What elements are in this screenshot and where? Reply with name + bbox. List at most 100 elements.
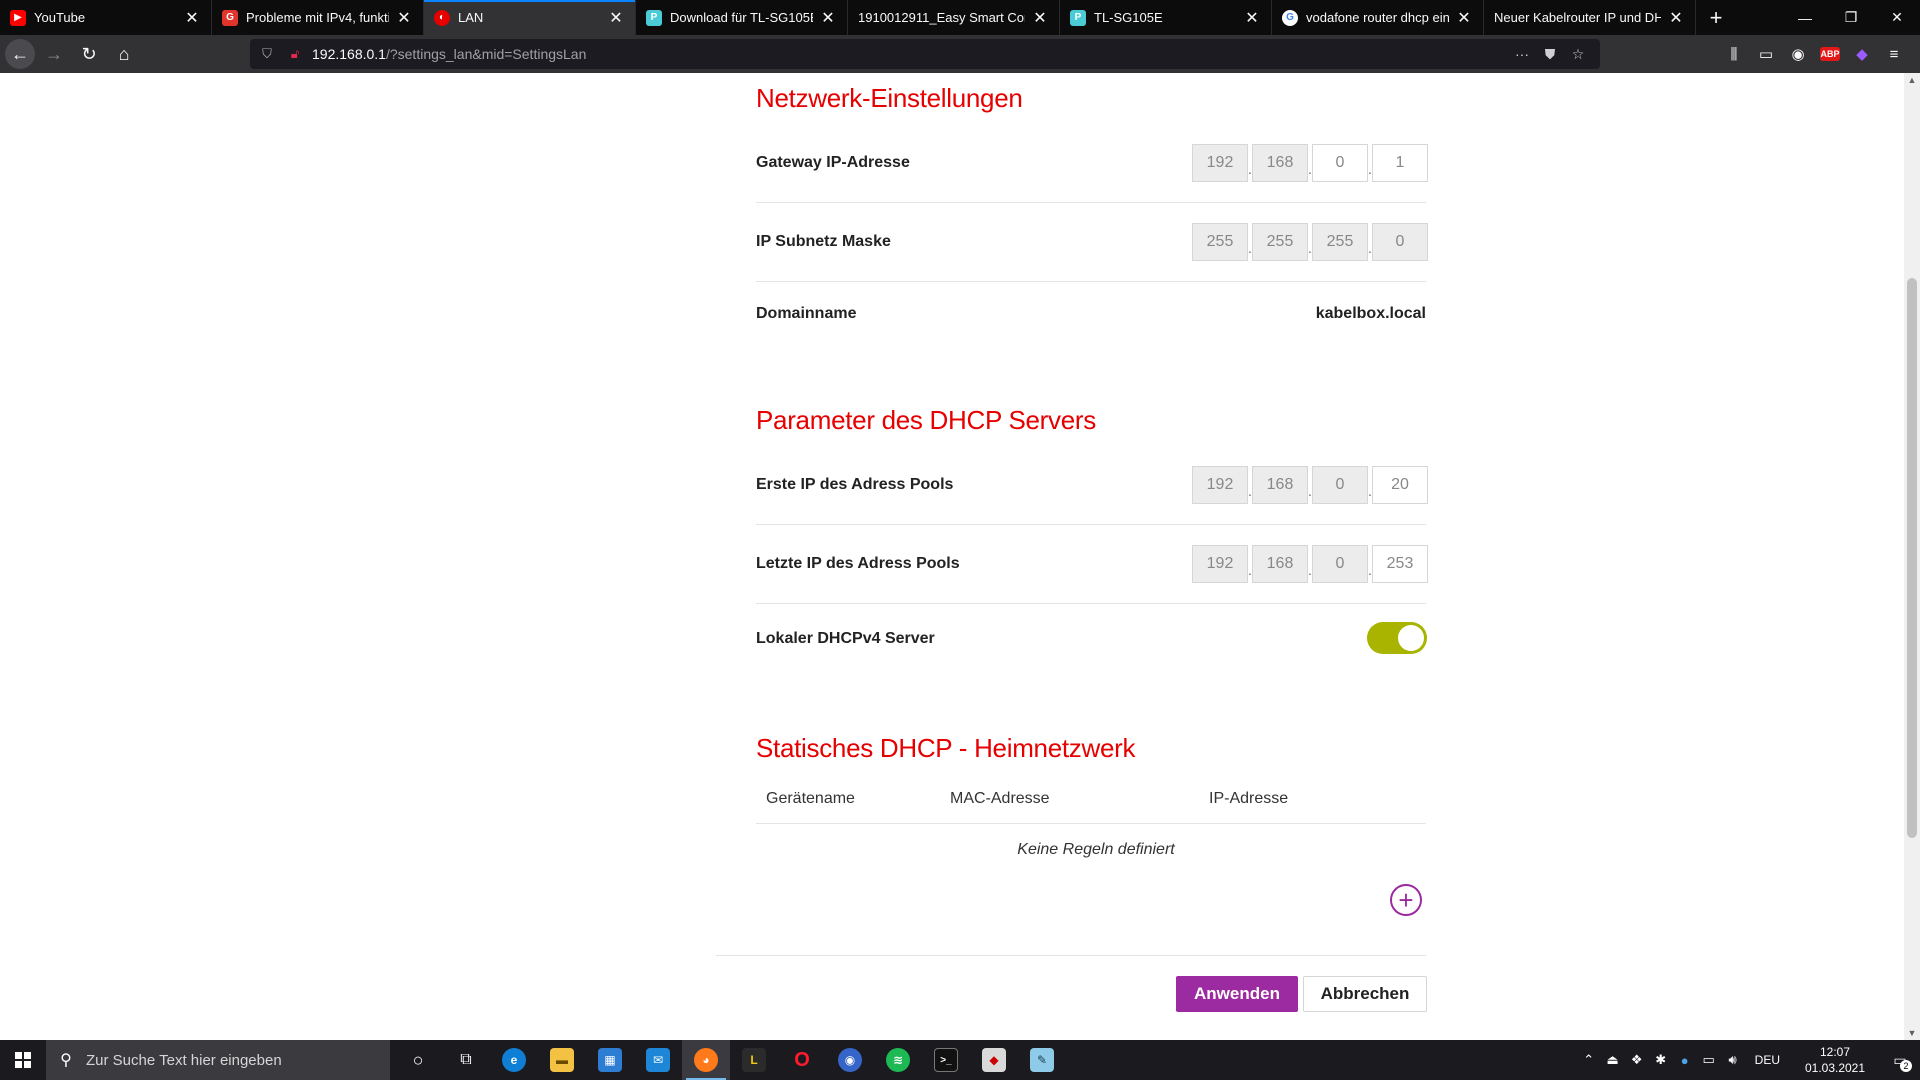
add-rule-button[interactable]: +	[1390, 884, 1422, 916]
mail-icon[interactable]: ✉	[634, 1040, 682, 1080]
edge-icon[interactable]: e	[490, 1040, 538, 1080]
close-icon[interactable]: ✕	[819, 8, 837, 28]
subnet-octet-4: 0	[1372, 223, 1428, 261]
clock-time: 12:07	[1819, 1045, 1851, 1059]
restore-icon[interactable]: ❐	[1828, 0, 1874, 35]
close-icon[interactable]: ✕	[395, 8, 413, 28]
close-icon[interactable]: ✕	[183, 8, 201, 28]
usb-icon[interactable]: ⏏	[1601, 1052, 1625, 1068]
tab-google-search[interactable]: G vodafone router dhcp einste ✕	[1272, 0, 1484, 35]
insecure-lock-icon[interactable]: 🔓︎	[284, 46, 306, 62]
column-header-device-name: Gerätename	[766, 790, 855, 807]
shield-icon[interactable]: ⛉	[256, 46, 278, 62]
library-icon[interactable]: ⫼	[1718, 46, 1750, 63]
gateway-octet-2: 168	[1252, 144, 1308, 182]
octet-separator: .	[1368, 240, 1372, 256]
scroll-down-icon[interactable]: ▼	[1904, 1028, 1920, 1038]
app-tray-icon[interactable]: ●	[1673, 1053, 1697, 1068]
tab-title: Probleme mit IPv4, funktioni	[246, 10, 389, 25]
close-icon[interactable]: ✕	[1455, 8, 1473, 28]
windows-taskbar: ⚲ Zur Suche Text hier eingeben ○ ⧉ e ▬ ▦…	[0, 1040, 1920, 1080]
adblock-icon[interactable]: ABP	[1820, 47, 1840, 61]
firefox-icon[interactable]: ◕	[682, 1040, 730, 1080]
youtube-icon: ▶	[10, 9, 26, 26]
close-window-icon[interactable]: ✕	[1874, 0, 1920, 35]
footer-divider	[716, 955, 1426, 956]
empty-rules-message: Keine Regeln definiert	[1017, 841, 1175, 858]
tab-probleme-ipv4[interactable]: G Probleme mit IPv4, funktioni ✕	[212, 0, 424, 35]
gateway-ip-input: 192. 168. 0. 1	[1192, 144, 1428, 182]
close-icon[interactable]: ✕	[1243, 8, 1261, 28]
tab-title: TL-SG105E	[1094, 10, 1163, 25]
tab-tl-sg105e[interactable]: P TL-SG105E ✕	[1060, 0, 1272, 35]
last-ip-octet-4[interactable]: 253	[1372, 545, 1428, 583]
close-icon[interactable]: ✕	[1667, 8, 1685, 28]
opera-icon[interactable]: O	[778, 1040, 826, 1080]
gateway-octet-4[interactable]: 1	[1372, 144, 1428, 182]
cancel-button[interactable]: Abbrechen	[1303, 976, 1427, 1012]
tab-youtube[interactable]: ▶ YouTube ✕	[0, 0, 212, 35]
apply-button[interactable]: Anwenden	[1176, 976, 1298, 1012]
network-icon[interactable]: ▭	[1697, 1052, 1721, 1068]
tab-lan[interactable]: ◐ LAN ✕	[424, 0, 636, 35]
volume-icon[interactable]: 🔊︎	[1721, 1052, 1745, 1068]
search-icon: ⚲	[60, 1052, 72, 1069]
system-tray: ⌃ ⏏ ❖ ✱ ● ▭ 🔊︎ DEU 12:07 01.03.2021 ▭ 2	[1577, 1040, 1920, 1080]
tab-title: vodafone router dhcp einste	[1306, 10, 1449, 25]
notification-center-icon[interactable]: ▭ 2	[1880, 1040, 1920, 1080]
scroll-up-icon[interactable]: ▲	[1904, 75, 1920, 85]
scrollbar-thumb[interactable]	[1907, 278, 1917, 838]
account-icon[interactable]: ◉	[1782, 45, 1814, 63]
app-circle-icon[interactable]: ◉	[826, 1040, 874, 1080]
menu-icon[interactable]: ≡	[1878, 46, 1910, 63]
url-path: /?settings_lan&mid=SettingsLan	[385, 46, 587, 62]
gateway-octet-3[interactable]: 0	[1312, 144, 1368, 182]
more-actions-icon[interactable]: ···	[1508, 46, 1536, 63]
app-icon[interactable]: L	[730, 1040, 778, 1080]
bookmark-star-icon[interactable]: ☆	[1564, 46, 1592, 63]
pocket-icon[interactable]: ⛊	[1536, 46, 1564, 63]
close-icon[interactable]: ✕	[607, 8, 625, 28]
address-bar[interactable]: ⛉ 🔓︎ 192.168.0.1/?settings_lan&mid=Setti…	[250, 39, 1600, 69]
tab-easy-smart-config[interactable]: 1910012911_Easy Smart Configur ✕	[848, 0, 1060, 35]
first-ip-octet-4[interactable]: 20	[1372, 466, 1428, 504]
taskbar-clock[interactable]: 12:07 01.03.2021	[1800, 1044, 1870, 1076]
tab-download-tl-sg105e[interactable]: P Download für TL-SG105E | TP ✕	[636, 0, 848, 35]
subnet-octet-1: 255	[1192, 223, 1248, 261]
reload-button[interactable]: ↻	[73, 39, 105, 69]
taskbar-apps: ○ ⧉ e ▬ ▦ ✉ ◕ L O ◉ ≋ >_ ◆ ✎	[394, 1040, 1066, 1080]
page-scrollbar[interactable]: ▲ ▼	[1904, 73, 1920, 1040]
navigation-toolbar: ← → ↻ ⌂ ⛉ 🔓︎ 192.168.0.1/?settings_lan&m…	[0, 35, 1920, 73]
terminal-icon[interactable]: >_	[922, 1040, 970, 1080]
tab-neuer-kabelrouter[interactable]: Neuer Kabelrouter IP und DHCP ✕	[1484, 0, 1696, 35]
task-view-icon[interactable]: ⧉	[442, 1040, 490, 1080]
close-icon[interactable]: ✕	[1031, 8, 1049, 28]
cortana-icon[interactable]: ○	[394, 1040, 442, 1080]
minimize-icon[interactable]: —	[1782, 0, 1828, 35]
dropbox-icon[interactable]: ❖	[1625, 1052, 1649, 1068]
octet-separator: .	[1248, 161, 1252, 177]
octet-separator: .	[1248, 483, 1252, 499]
taskbar-search[interactable]: ⚲ Zur Suche Text hier eingeben	[46, 1040, 390, 1080]
chevron-up-icon[interactable]: ⌃	[1577, 1052, 1601, 1068]
extension-icon[interactable]: ◆	[1846, 45, 1878, 63]
tab-strip: ▶ YouTube ✕ G Probleme mit IPv4, funktio…	[0, 0, 1920, 35]
octet-separator: .	[1368, 483, 1372, 499]
new-tab-button[interactable]: +	[1696, 0, 1736, 35]
back-button[interactable]: ←	[5, 39, 35, 69]
input-language[interactable]: DEU	[1755, 1053, 1780, 1067]
forward-button[interactable]: →	[38, 39, 70, 69]
notepad-icon[interactable]: ✎	[1018, 1040, 1066, 1080]
tplink-icon: P	[646, 9, 662, 26]
spotify-icon[interactable]: ≋	[874, 1040, 922, 1080]
network-tool-icon[interactable]: ◆	[970, 1040, 1018, 1080]
dhcp-server-toggle[interactable]	[1367, 622, 1427, 654]
bluetooth-icon[interactable]: ✱	[1649, 1052, 1673, 1068]
start-button[interactable]	[0, 1040, 46, 1080]
sidebar-icon[interactable]: ▭	[1750, 45, 1782, 63]
last-ip-octet-3: 0	[1312, 545, 1368, 583]
home-button[interactable]: ⌂	[108, 39, 140, 69]
store-icon[interactable]: ▦	[586, 1040, 634, 1080]
gateway-label: Gateway IP-Adresse	[756, 154, 910, 171]
file-explorer-icon[interactable]: ▬	[538, 1040, 586, 1080]
